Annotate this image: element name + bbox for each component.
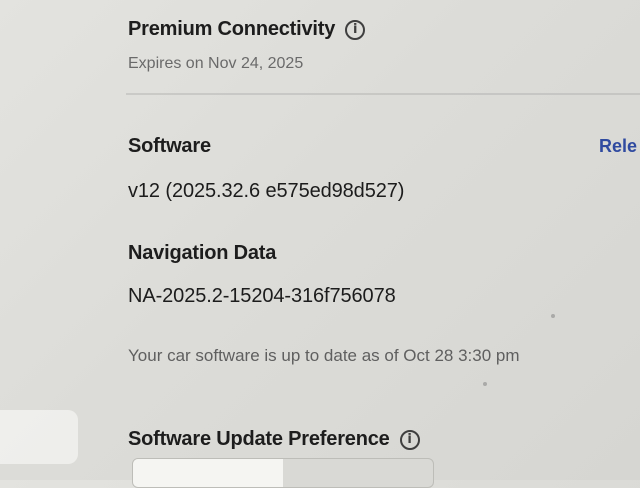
software-update-preference-section: Software Update Preference i xyxy=(128,428,420,451)
premium-expiry-text: Expires on Nov 24, 2025 xyxy=(128,55,304,72)
navigation-data-title: Navigation Data xyxy=(128,242,277,264)
software-title: Software xyxy=(128,135,211,157)
settings-screen: Premium Connectivity i Expires on Nov 24… xyxy=(0,0,640,488)
navigation-data-value: NA-2025.2-15204-316f756078 xyxy=(128,285,396,307)
software-status-text: Your car software is up to date as of Oc… xyxy=(128,346,520,365)
software-update-preference-selected-segment[interactable] xyxy=(133,459,283,487)
info-icon[interactable]: i xyxy=(399,429,420,450)
info-icon[interactable]: i xyxy=(345,19,366,40)
premium-connectivity-header: Premium Connectivity i xyxy=(128,18,366,41)
screen-speck xyxy=(483,382,487,386)
software-version-value: v12 (2025.32.6 e575ed98d527) xyxy=(128,180,405,202)
release-notes-link[interactable]: Rele xyxy=(599,136,637,157)
left-panel-card xyxy=(0,410,78,464)
navigation-data-row: NA-2025.2-15204-316f756078 xyxy=(128,285,396,308)
screen-speck xyxy=(551,314,555,318)
software-update-preference-title: Software Update Preference xyxy=(128,428,390,450)
premium-connectivity-section: Premium Connectivity i Expires on Nov 24… xyxy=(128,18,366,73)
software-update-preference-header: Software Update Preference i xyxy=(128,428,420,451)
premium-connectivity-title: Premium Connectivity xyxy=(128,18,336,40)
navigation-data-section: Navigation Data xyxy=(128,242,276,265)
software-update-preference-control[interactable] xyxy=(132,458,434,488)
software-version-row: v12 (2025.32.6 e575ed98d527) xyxy=(128,180,404,203)
software-section: Software xyxy=(128,135,211,158)
section-divider xyxy=(126,93,640,95)
software-status-row: Your car software is up to date as of Oc… xyxy=(128,346,520,366)
